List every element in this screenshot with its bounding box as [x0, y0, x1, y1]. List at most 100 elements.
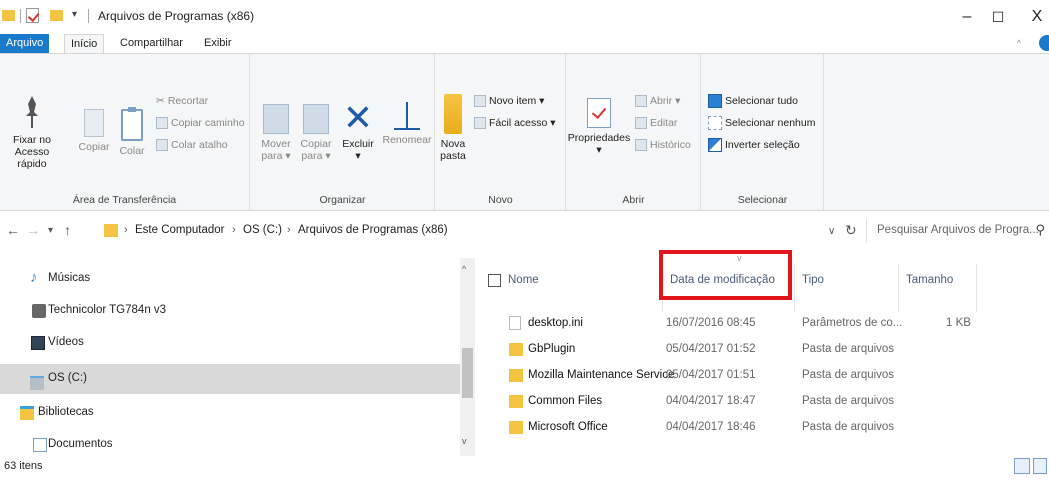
minimize-button[interactable]: – [952, 6, 982, 28]
ribbon-tabs: Arquivo Início Compartilhar Exibir ^ [0, 32, 1049, 54]
breadcrumb-arquivos-de-programas[interactable]: Arquivos de Programas (x86) [298, 224, 448, 236]
pin-quick-access-button[interactable]: Fixar no Acesso rápido [4, 94, 60, 170]
file-row[interactable]: Common Files 04/04/2017 18:47 Pasta de a… [476, 390, 1049, 414]
clipboard-group: Fixar no Acesso rápido Copiar Colar ✂ Rec… [0, 54, 250, 210]
new-group: Nova pasta Novo item ▾ Fácil acesso ▾ No… [436, 54, 566, 210]
new-folder-button[interactable]: Nova pasta [438, 94, 468, 162]
copy-to-label-2: para ▾ [301, 150, 331, 162]
nav-item-technicolor[interactable]: Technicolor TG784n v3 [0, 296, 460, 326]
folder-icon [509, 369, 523, 382]
easy-access-label: Fácil acesso ▾ [489, 117, 556, 129]
tab-arquivo[interactable]: Arquivo [0, 34, 50, 53]
open-group-label: Abrir [622, 194, 645, 206]
paste-button[interactable]: Colar [114, 107, 150, 157]
maximize-button[interactable]: ☐ [983, 6, 1013, 28]
recent-locations-icon[interactable]: ▾ [48, 225, 53, 236]
properties-button[interactable]: Propriedades ▾ [567, 98, 631, 156]
tab-exibir[interactable]: Exibir [198, 34, 238, 53]
address-input[interactable]: › Este Computador › OS (C:) › Arquivos d… [104, 219, 824, 243]
address-dropdown-icon[interactable]: ∨ [828, 226, 835, 237]
organize-group-label: Organizar [319, 194, 366, 206]
select-all-checkbox[interactable] [488, 274, 501, 287]
delete-dropdown-icon: ▾ [355, 150, 361, 162]
select-none-icon [708, 116, 722, 131]
nav-item-label: Músicas [48, 272, 91, 284]
status-bar: 63 itens [0, 456, 1049, 481]
nav-item-videos[interactable]: Vídeos [0, 328, 460, 358]
edit-button[interactable]: Editar [635, 114, 677, 132]
select-all-button[interactable]: Selecionar tudo [708, 92, 798, 110]
select-none-button[interactable]: Selecionar nenhum [708, 114, 815, 132]
refresh-icon[interactable]: ↻ [845, 222, 857, 239]
new-item-button[interactable]: Novo item ▾ [474, 92, 544, 110]
copy-path-button[interactable]: Copiar caminho [156, 114, 245, 132]
search-input[interactable]: Pesquisar Arquivos de Progra... ⚲ [866, 219, 1049, 243]
chevron-right-icon[interactable]: › [287, 224, 291, 236]
file-row[interactable]: Microsoft Office 04/04/2017 18:46 Pasta … [476, 416, 1049, 440]
file-row[interactable]: desktop.ini 16/07/2016 08:45 Parâmetros … [476, 312, 1049, 336]
paste-shortcut-button[interactable]: Colar atalho [156, 136, 228, 154]
file-type: Pasta de arquivos [802, 369, 895, 381]
help-icon[interactable] [1039, 35, 1049, 51]
copy-path-label: Copiar caminho [171, 117, 245, 129]
customize-quick-access-icon[interactable]: ▾ [72, 9, 77, 20]
easy-access-button[interactable]: Fácil acesso ▾ [474, 114, 556, 132]
column-divider[interactable] [794, 264, 795, 312]
scroll-up-icon[interactable]: ^ [462, 264, 466, 274]
nav-item-label: Technicolor TG784n v3 [48, 304, 167, 316]
nav-item-bibliotecas[interactable]: Bibliotecas [0, 398, 460, 428]
breadcrumb-este-computador[interactable]: Este Computador [135, 224, 225, 236]
copy-button[interactable]: Copiar [74, 109, 114, 153]
column-header-tipo[interactable]: Tipo [802, 274, 824, 286]
title-bar: ▾ Arquivos de Programas (x86) – ☐ X [0, 0, 1049, 32]
copy-to-button[interactable]: Copiar para ▾ [299, 104, 333, 162]
tab-compartilhar[interactable]: Compartilhar [114, 34, 189, 53]
column-header-tamanho[interactable]: Tamanho [906, 274, 953, 286]
move-to-button[interactable]: Mover para ▾ [259, 104, 293, 162]
back-arrow-icon[interactable]: ← [6, 222, 20, 238]
folder-icon[interactable] [2, 10, 15, 21]
folder-icon [509, 421, 523, 434]
file-row[interactable]: GbPlugin 05/04/2017 01:52 Pasta de arqui… [476, 338, 1049, 362]
delete-button[interactable]: ✕ Excluir ▾ [337, 97, 379, 163]
navigation-scrollbar[interactable]: ^ v [460, 258, 475, 456]
nav-item-documentos[interactable]: Documentos [0, 430, 460, 456]
chevron-right-icon[interactable]: › [232, 224, 236, 236]
file-icon [509, 316, 521, 330]
search-icon: ⚲ [1035, 222, 1045, 237]
collapse-ribbon-icon[interactable]: ^ [1017, 38, 1021, 48]
breadcrumb-os-c[interactable]: OS (C:) [243, 224, 282, 236]
edit-label: Editar [650, 117, 678, 129]
nav-item-label: Vídeos [48, 336, 84, 348]
highlight-box [659, 250, 792, 300]
details-view-icon[interactable] [1014, 458, 1030, 474]
nav-item-musicas[interactable]: ♪ Músicas [0, 264, 460, 294]
column-header-nome[interactable]: Nome [508, 274, 539, 286]
cut-label: Recortar [167, 95, 209, 107]
history-button[interactable]: Histórico [635, 136, 691, 154]
separator [20, 9, 21, 23]
up-arrow-icon[interactable]: ↑ [64, 222, 71, 238]
large-icons-view-icon[interactable] [1033, 458, 1047, 474]
nav-item-os-c[interactable]: OS (C:) [0, 364, 460, 394]
rename-button[interactable]: Renomear [381, 102, 433, 146]
music-icon: ♪ [30, 269, 38, 286]
scroll-down-icon[interactable]: v [462, 436, 467, 446]
nav-item-label: Documentos [48, 438, 113, 450]
close-button[interactable]: X [1022, 6, 1049, 28]
forward-arrow-icon[interactable]: → [26, 222, 40, 238]
open-button[interactable]: Abrir ▾ [635, 92, 680, 110]
properties-quick-icon[interactable] [26, 8, 39, 23]
scrollbar-thumb[interactable] [462, 348, 473, 398]
column-divider[interactable] [898, 264, 899, 312]
chevron-right-icon[interactable]: › [124, 224, 128, 236]
delete-x-icon: ✕ [342, 97, 374, 138]
invert-selection-button[interactable]: Inverter seleção [708, 136, 800, 154]
new-folder-quick-icon[interactable] [50, 10, 63, 21]
move-label-2: para ▾ [261, 150, 291, 162]
tab-inicio[interactable]: Início [64, 34, 105, 53]
cut-button[interactable]: ✂ Recortar [156, 92, 208, 110]
documents-icon [33, 438, 47, 452]
column-divider[interactable] [976, 264, 977, 312]
file-row[interactable]: Mozilla Maintenance Service 05/04/2017 0… [476, 364, 1049, 388]
